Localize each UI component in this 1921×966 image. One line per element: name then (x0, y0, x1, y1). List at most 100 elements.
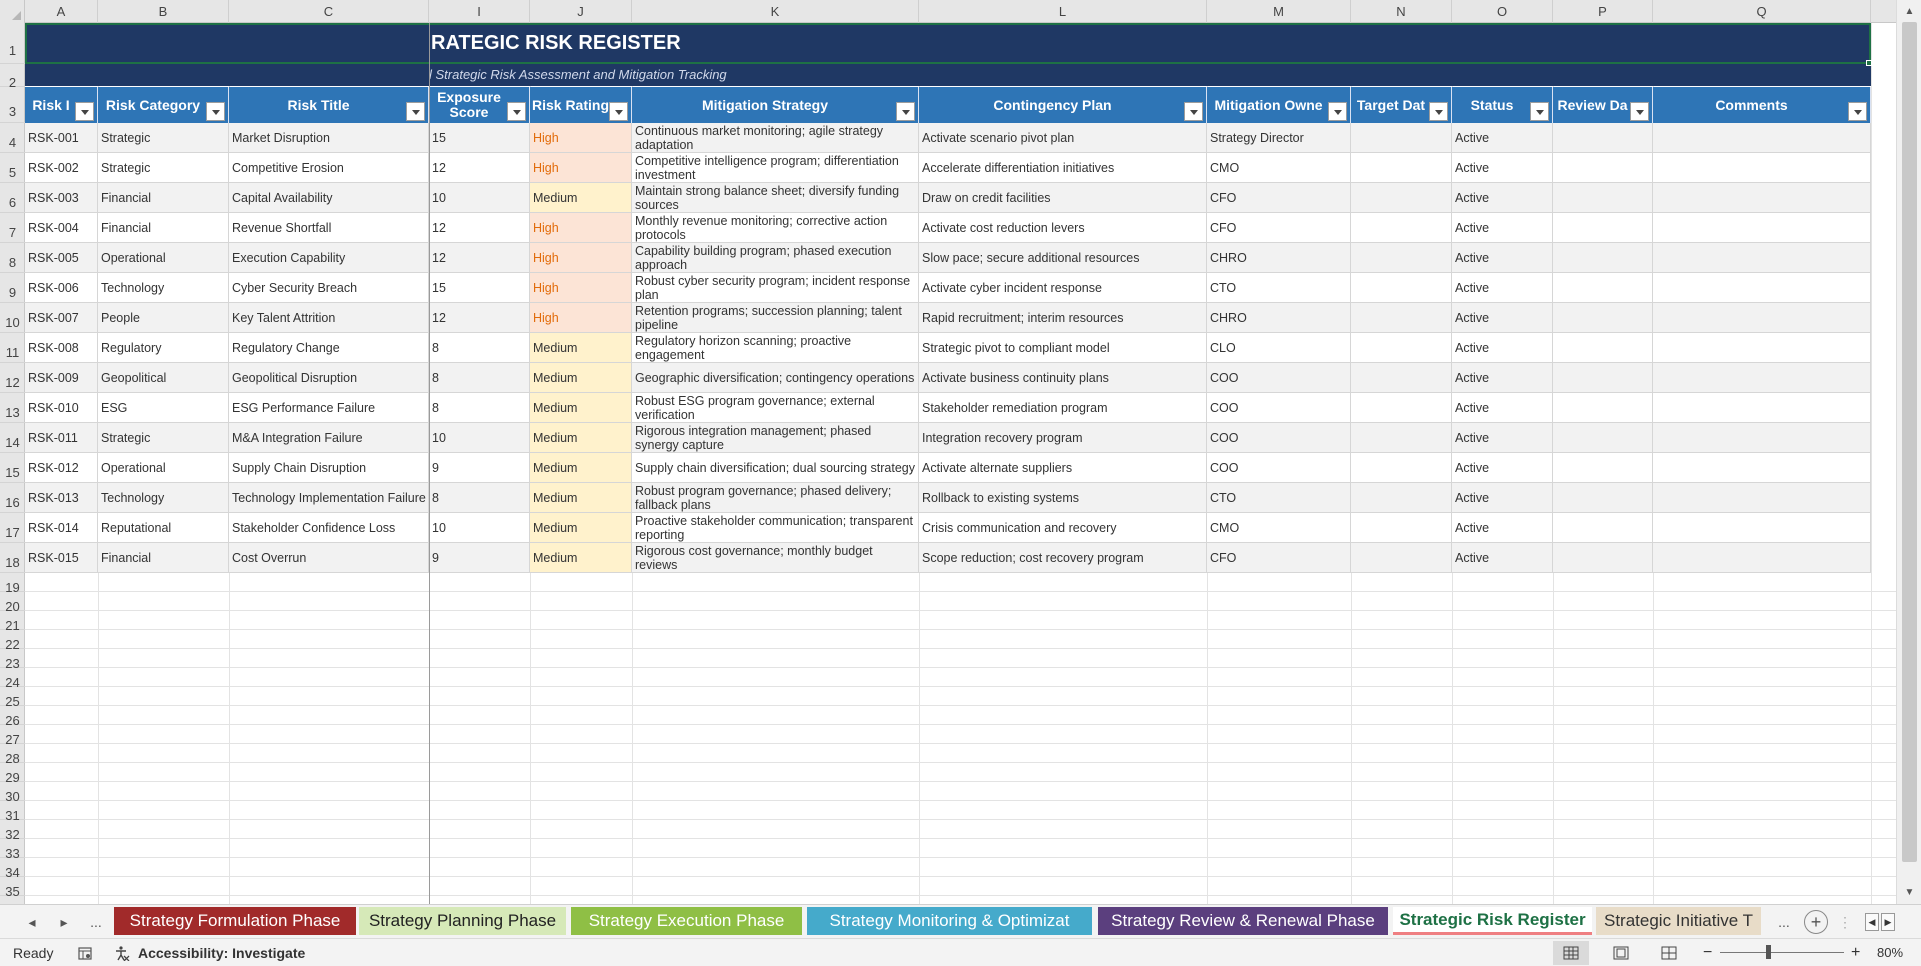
row-header-32[interactable]: 32 (0, 820, 25, 842)
cell-risk-id[interactable]: RSK-010 (25, 393, 98, 423)
scroll-right-arrow-icon[interactable]: ▶ (1881, 913, 1895, 931)
zoom-out-minus-icon[interactable]: − (1703, 939, 1712, 966)
cell-mitigation-strategy[interactable]: Rigorous integration management; phased … (632, 423, 919, 453)
cell-mitigation-owner[interactable]: COO (1207, 363, 1351, 393)
accessibility-status-text[interactable]: Accessibility: Investigate (138, 939, 305, 966)
cell-risk-rating[interactable]: High (530, 123, 632, 153)
cell-mitigation-strategy[interactable]: Retention programs; succession planning;… (632, 303, 919, 333)
cell-review-date[interactable] (1553, 543, 1653, 573)
cell-contingency-plan[interactable]: Slow pace; secure additional resources (919, 243, 1207, 273)
cell-comments[interactable] (1653, 423, 1871, 453)
cell-risk-category[interactable]: Financial (98, 213, 229, 243)
zoom-slider-track[interactable] (1720, 952, 1844, 953)
cell-exposure-score[interactable]: 8 (429, 483, 530, 513)
cell-exposure-score[interactable]: 10 (429, 513, 530, 543)
cell-risk-title[interactable]: Supply Chain Disruption (229, 453, 429, 483)
header-comments[interactable]: Comments (1653, 87, 1871, 123)
column-header-j[interactable]: J (530, 0, 632, 23)
header-exposure-score[interactable]: Exposure Score (429, 87, 530, 123)
header-mitigation-strategy[interactable]: Mitigation Strategy (632, 87, 919, 123)
cell-risk-id[interactable]: RSK-001 (25, 123, 98, 153)
accessibility-icon[interactable] (114, 945, 130, 961)
cell-risk-rating[interactable]: High (530, 273, 632, 303)
cell-mitigation-strategy[interactable]: Robust cyber security program; incident … (632, 273, 919, 303)
cell-review-date[interactable] (1553, 153, 1653, 183)
column-header-l[interactable]: L (919, 0, 1207, 23)
tab-splitter-handle-icon[interactable]: ⋮ (1836, 905, 1854, 939)
cell-risk-category[interactable]: Reputational (98, 513, 229, 543)
scroll-left-arrow-icon[interactable]: ◀ (1865, 913, 1879, 931)
cell-risk-title[interactable]: Capital Availability (229, 183, 429, 213)
row-header-26[interactable]: 26 (0, 706, 25, 728)
cell-contingency-plan[interactable]: Stakeholder remediation program (919, 393, 1207, 423)
macro-recording-icon[interactable] (77, 945, 93, 961)
header-review-date[interactable]: Review Da (1553, 87, 1653, 123)
cell-risk-title[interactable]: Regulatory Change (229, 333, 429, 363)
column-header-n[interactable]: N (1351, 0, 1452, 23)
cell-mitigation-owner[interactable]: CTO (1207, 273, 1351, 303)
cell-contingency-plan[interactable]: Activate business continuity plans (919, 363, 1207, 393)
cell-risk-category[interactable]: Technology (98, 273, 229, 303)
cell-mitigation-owner[interactable]: COO (1207, 393, 1351, 423)
cell-mitigation-owner[interactable]: COO (1207, 423, 1351, 453)
cell-mitigation-strategy[interactable]: Rigorous cost governance; monthly budget… (632, 543, 919, 573)
cell-mitigation-owner[interactable]: CLO (1207, 333, 1351, 363)
cell-risk-rating[interactable]: High (530, 153, 632, 183)
cell-comments[interactable] (1653, 183, 1871, 213)
column-header-q[interactable]: Q (1653, 0, 1871, 23)
cell-comments[interactable] (1653, 273, 1871, 303)
header-risk-category[interactable]: Risk Category (98, 87, 229, 123)
cell-risk-category[interactable]: Strategic (98, 123, 229, 153)
row-header-25[interactable]: 25 (0, 687, 25, 709)
cell-contingency-plan[interactable]: Strategic pivot to compliant model (919, 333, 1207, 363)
cell-mitigation-strategy[interactable]: Geographic diversification; contingency … (632, 363, 919, 393)
cell-mitigation-owner[interactable]: CHRO (1207, 303, 1351, 333)
cell-risk-rating[interactable]: Medium (530, 363, 632, 393)
more-sheets-right-button[interactable]: ... (1770, 905, 1798, 939)
row-header-21[interactable]: 21 (0, 611, 25, 633)
cell-risk-title[interactable]: Revenue Shortfall (229, 213, 429, 243)
zoom-level-text[interactable]: 80% (1877, 939, 1903, 966)
row-header-13[interactable]: 13 (0, 393, 25, 423)
header-target-date[interactable]: Target Dat (1351, 87, 1452, 123)
cell-target-date[interactable] (1351, 513, 1452, 543)
cell-comments[interactable] (1653, 243, 1871, 273)
cell-review-date[interactable] (1553, 243, 1653, 273)
cell-risk-category[interactable]: Financial (98, 183, 229, 213)
cell-review-date[interactable] (1553, 273, 1653, 303)
fill-handle[interactable] (1866, 60, 1872, 66)
cell-risk-rating[interactable]: Medium (530, 453, 632, 483)
row-header-18[interactable]: 18 (0, 543, 25, 573)
cell-risk-id[interactable]: RSK-014 (25, 513, 98, 543)
cell-target-date[interactable] (1351, 423, 1452, 453)
cell-mitigation-owner[interactable]: CMO (1207, 513, 1351, 543)
row-header-15[interactable]: 15 (0, 453, 25, 483)
row-header-9[interactable]: 9 (0, 273, 25, 303)
row-header-20[interactable]: 20 (0, 592, 25, 614)
cell-exposure-score[interactable]: 15 (429, 273, 530, 303)
cell-mitigation-strategy[interactable]: Monthly revenue monitoring; corrective a… (632, 213, 919, 243)
cell-risk-title[interactable]: Geopolitical Disruption (229, 363, 429, 393)
filter-dropdown-icon[interactable] (406, 102, 425, 121)
next-sheet-arrow-icon[interactable]: ▸ (50, 905, 78, 939)
sheet-tab-strategic-initiative-t[interactable]: Strategic Initiative T (1596, 907, 1761, 935)
cell-contingency-plan[interactable]: Activate cost reduction levers (919, 213, 1207, 243)
cell-status[interactable]: Active (1452, 513, 1553, 543)
cell-mitigation-owner[interactable]: Strategy Director (1207, 123, 1351, 153)
cell-comments[interactable] (1653, 153, 1871, 183)
cell-status[interactable]: Active (1452, 423, 1553, 453)
cell-status[interactable]: Active (1452, 123, 1553, 153)
cell-mitigation-owner[interactable]: COO (1207, 453, 1351, 483)
filter-dropdown-icon[interactable] (1530, 102, 1549, 121)
row-header-24[interactable]: 24 (0, 668, 25, 690)
cell-exposure-score[interactable]: 9 (429, 453, 530, 483)
cell-review-date[interactable] (1553, 483, 1653, 513)
header-risk-rating[interactable]: Risk Rating (530, 87, 632, 123)
cell-target-date[interactable] (1351, 123, 1452, 153)
row-header-5[interactable]: 5 (0, 153, 25, 183)
cell-risk-id[interactable]: RSK-005 (25, 243, 98, 273)
row-header-33[interactable]: 33 (0, 839, 25, 861)
cell-risk-rating[interactable]: Medium (530, 183, 632, 213)
cell-risk-id[interactable]: RSK-013 (25, 483, 98, 513)
cell-comments[interactable] (1653, 303, 1871, 333)
